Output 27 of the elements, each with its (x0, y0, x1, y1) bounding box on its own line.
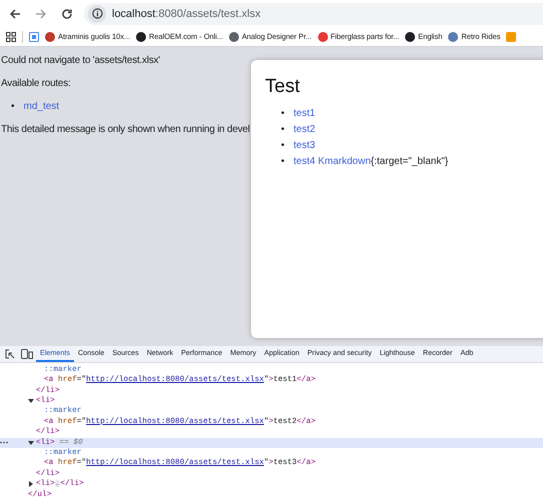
url-text: localhost:8080/assets/test.xlsx (112, 8, 261, 20)
collapsed-triangle-icon[interactable] (28, 481, 34, 488)
address-bar[interactable]: localhost:8080/assets/test.xlsx (84, 2, 543, 24)
route-link[interactable]: md_test (24, 101, 60, 112)
link-suffix: {:target="_blank"} (370, 155, 448, 169)
bullet: • (281, 155, 285, 169)
expanded-triangle-icon[interactable] (28, 398, 34, 404)
test-link[interactable]: test2 (294, 122, 316, 138)
expanded-triangle-icon[interactable] (28, 440, 34, 446)
bullet: • (281, 139, 285, 153)
bullet: • (11, 101, 15, 112)
apps-grid-icon[interactable] (6, 32, 16, 42)
dialog-title: Test (265, 76, 301, 98)
back-arrow-icon (9, 8, 21, 20)
info-icon[interactable] (88, 4, 106, 22)
error-message: Could not navigate to 'assets/test.xlsx' (1, 55, 160, 66)
forward-arrow-icon (35, 8, 47, 20)
device-toolbar-icon[interactable] (18, 346, 36, 362)
routes-label: Available routes: (1, 78, 70, 89)
dev-note: This detailed message is only shown when running in devel (1, 124, 250, 135)
test-link[interactable]: test1 (294, 106, 316, 122)
bullet: • (281, 123, 285, 137)
calendar-icon[interactable] (29, 32, 39, 42)
reload-icon (61, 8, 73, 20)
bullet: • (281, 107, 285, 121)
test-link[interactable]: test4 Kmarkdown (294, 154, 371, 170)
test-link[interactable]: test3 (294, 138, 316, 154)
